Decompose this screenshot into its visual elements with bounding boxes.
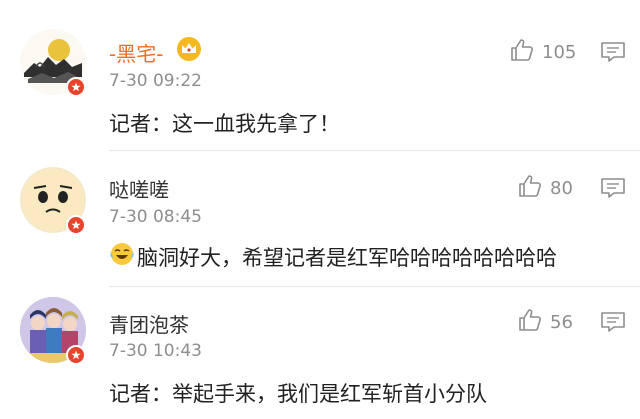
username[interactable]: -黑宅- <box>109 38 163 67</box>
like-button[interactable]: 105 <box>510 38 576 66</box>
comment-text: 记者：这一血我先拿了！ <box>109 112 340 136</box>
reply-comment-icon[interactable] <box>600 177 626 199</box>
thumbs-up-icon <box>518 308 542 336</box>
crown-icon <box>176 36 202 62</box>
crying-laughing-emoji <box>110 242 134 266</box>
username[interactable]: 青团泡茶 <box>109 309 189 338</box>
like-button[interactable]: 56 <box>518 308 573 336</box>
comment-text: 脑洞好大，希望记者是红军哈哈哈哈哈哈哈哈 <box>137 246 557 270</box>
like-count: 80 <box>550 177 573 199</box>
divider <box>109 286 640 287</box>
username[interactable]: 哒嗟嗟 <box>109 174 169 203</box>
comment-time: 7-30 10:43 <box>109 341 202 361</box>
like-count: 56 <box>550 311 573 333</box>
like-count: 105 <box>542 41 577 63</box>
thumbs-up-icon <box>510 38 534 66</box>
reply-comment-icon[interactable] <box>600 41 626 63</box>
comment-time: 7-30 08:45 <box>109 207 202 227</box>
comment-time: 7-30 09:22 <box>109 71 202 91</box>
thumbs-up-icon <box>518 174 542 202</box>
comment-text: 记者：举起手来，我们是红军斩首小分队 <box>109 382 487 406</box>
verified-badge-icon <box>66 345 86 365</box>
like-button[interactable]: 80 <box>518 174 573 202</box>
reply-comment-icon[interactable] <box>600 311 626 333</box>
verified-badge-icon <box>66 215 86 235</box>
verified-badge-icon <box>66 77 86 97</box>
divider <box>109 150 640 151</box>
